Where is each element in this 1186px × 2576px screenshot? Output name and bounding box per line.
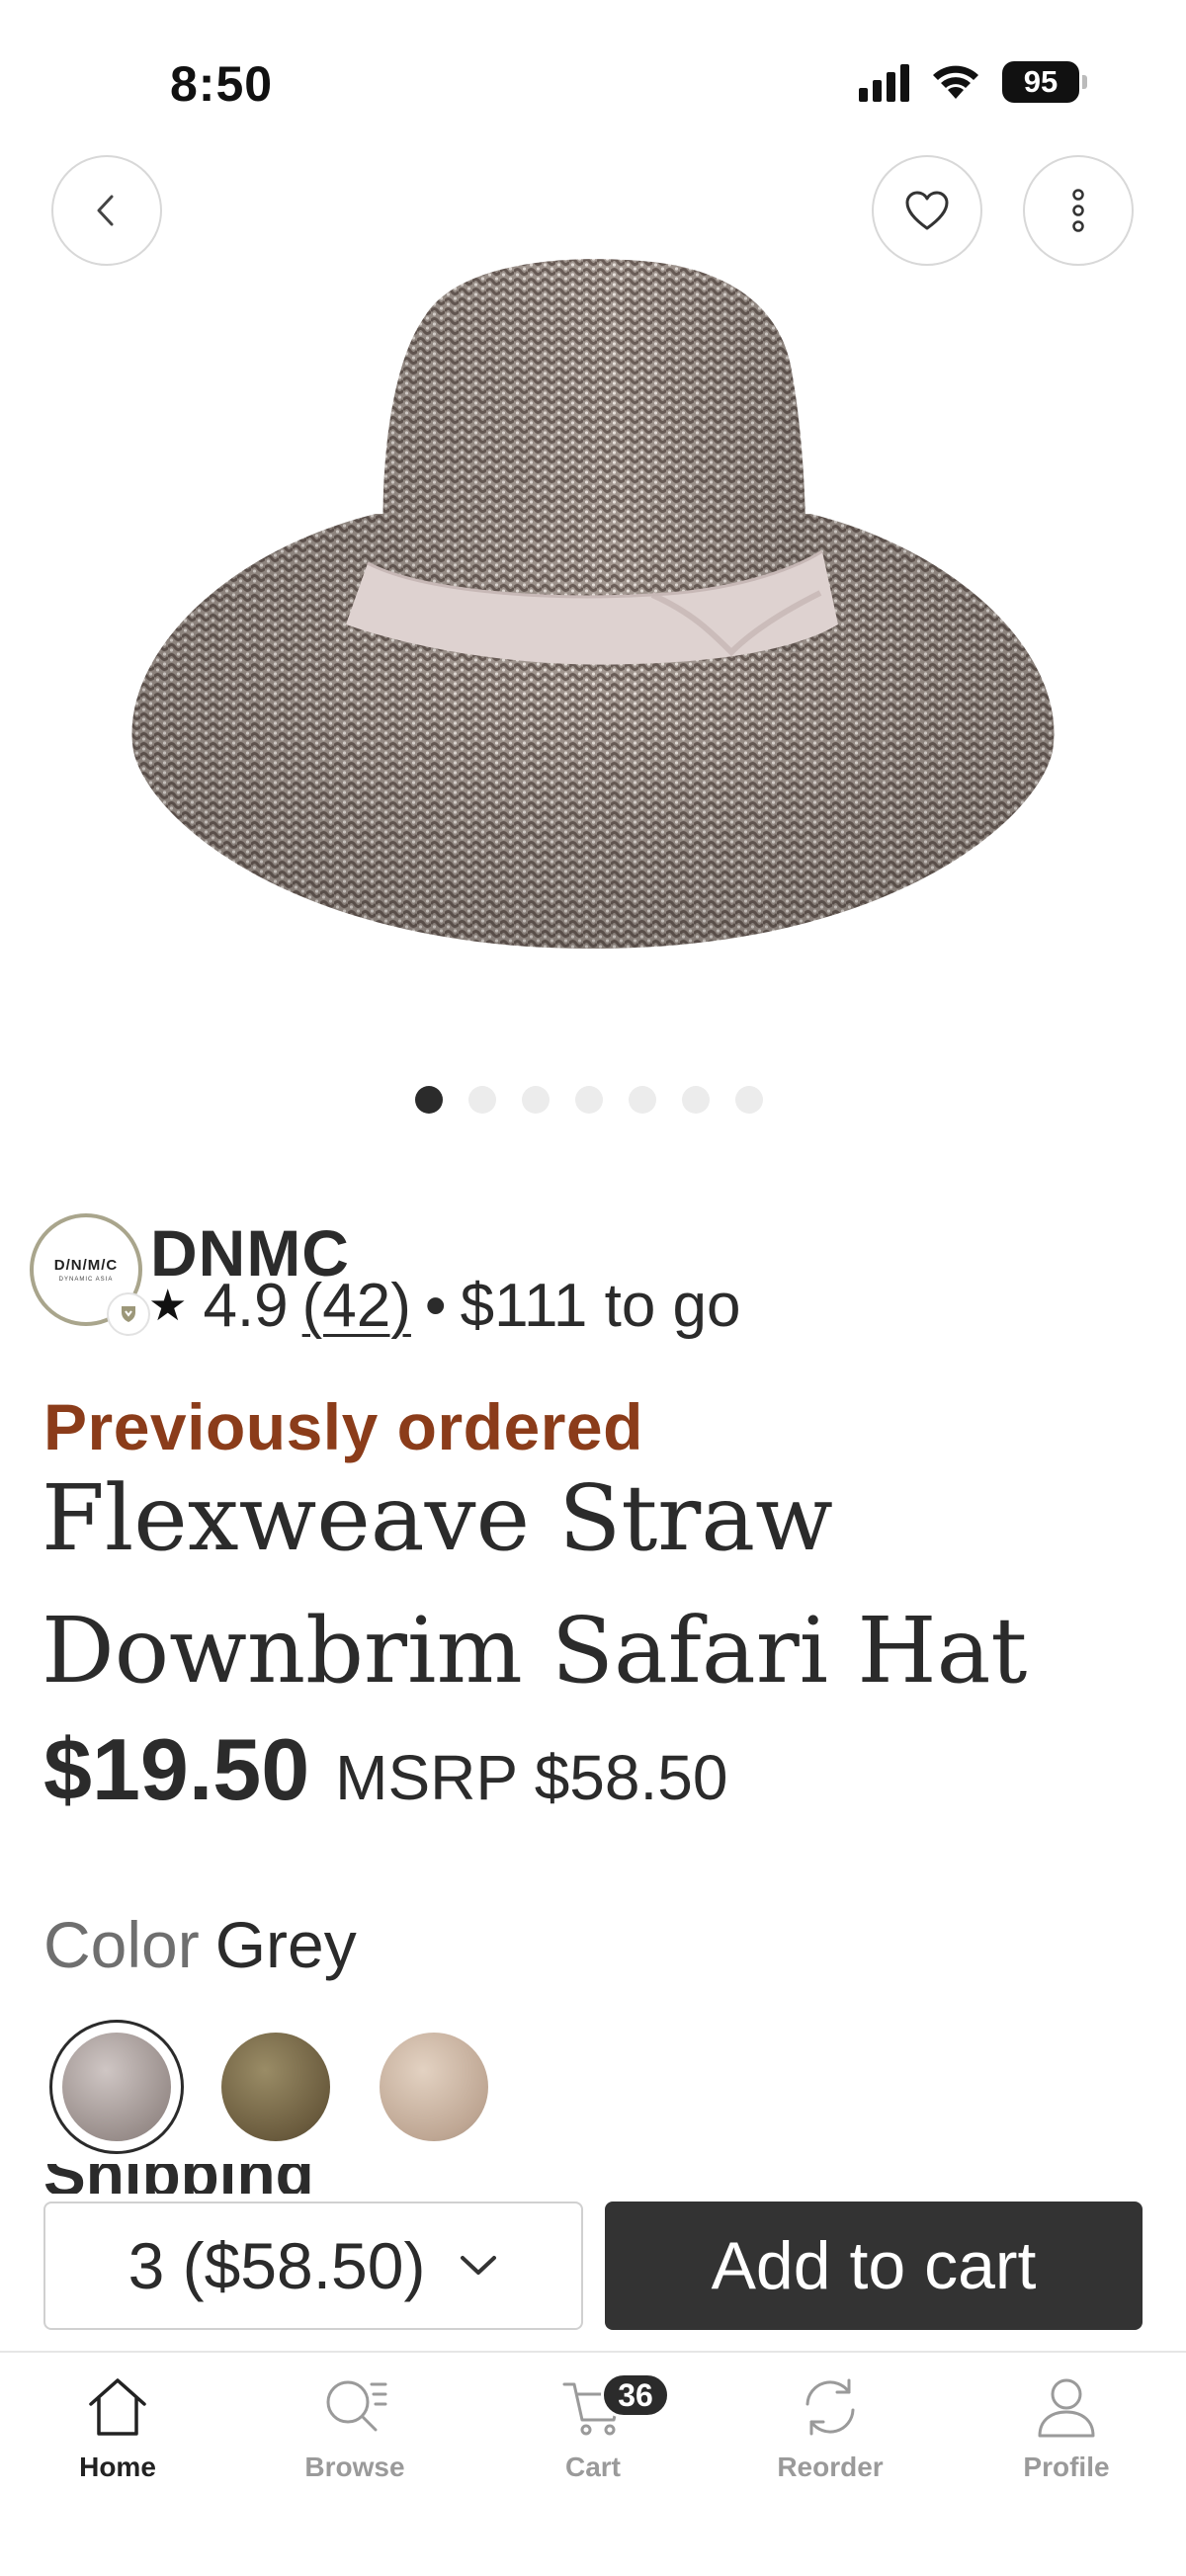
tab-profile[interactable]: Profile (968, 2372, 1165, 2483)
shipping-heading-text: Shipping (43, 2164, 314, 2194)
tab-cart[interactable]: 36 Cart (494, 2372, 692, 2483)
carousel-dot[interactable] (575, 1086, 603, 1114)
tab-reorder[interactable]: Reorder (731, 2372, 929, 2483)
chevron-left-icon (97, 195, 114, 226)
add-to-cart-button[interactable]: Add to cart (605, 2202, 1143, 2330)
carousel-dot[interactable] (735, 1086, 763, 1114)
brand-rating-row: ★ 4.9 (42) • $111 to go (148, 1271, 740, 1341)
vertical-dots-icon (1072, 189, 1084, 232)
tab-label: Reorder (777, 2451, 884, 2482)
tab-label: Home (79, 2451, 156, 2482)
color-swatch-tan[interactable] (380, 2033, 488, 2141)
color-label: Color (43, 1908, 200, 1981)
carousel-dot[interactable] (522, 1086, 550, 1114)
carousel-dot[interactable] (468, 1086, 496, 1114)
color-selector-label: Color Grey (43, 1907, 357, 1982)
minimum-order-remaining: $111 to go (460, 1272, 741, 1340)
separator: • (424, 1272, 447, 1340)
product-title-line: Downbrim Safari Hat (42, 1598, 1028, 1703)
brand-logo-text: D/N/M/C (53, 1257, 119, 1274)
wifi-icon (933, 65, 978, 99)
heart-icon (905, 191, 949, 230)
carousel-dot[interactable] (629, 1086, 656, 1114)
product-image[interactable] (99, 237, 1087, 968)
profile-icon (1038, 2378, 1095, 2438)
color-swatch-olive[interactable] (221, 2033, 330, 2141)
product-title-line: Flexweave Straw (42, 1465, 833, 1571)
tab-label: Browse (304, 2451, 405, 2482)
chevron-down-icon (461, 2256, 497, 2275)
wholesale-price: $19.50 (43, 1720, 310, 1818)
tab-label: Cart (564, 2451, 621, 2482)
brand-logo-subtext: DYNAMIC ASIA (58, 1277, 114, 1283)
quantity-value: 3 ($58.50) (127, 2229, 426, 2302)
review-count-link[interactable]: (42) (302, 1271, 411, 1341)
msrp-price: MSRP $58.50 (335, 1742, 728, 1813)
reorder-icon (805, 2378, 855, 2436)
home-icon (89, 2378, 146, 2436)
shipping-section-heading: Shipping (43, 2164, 314, 2194)
tab-home[interactable]: Home (19, 2372, 216, 2483)
status-icons: 95 (859, 61, 1087, 103)
rating-value: 4.9 (203, 1272, 289, 1340)
selected-color: Grey (214, 1908, 357, 1981)
image-carousel-dots[interactable] (415, 1086, 763, 1114)
tab-label: Profile (1023, 2451, 1110, 2482)
cellular-signal-icon (859, 62, 909, 102)
product-title: Flexweave Straw Downbrim Safari Hat (42, 1453, 1148, 1717)
battery-icon: 95 (1002, 61, 1087, 103)
cart-count-badge: 36 (601, 2372, 670, 2418)
brand-badge-icon (107, 1292, 150, 1336)
search-icon (326, 2380, 387, 2432)
bottom-tab-bar: Home Browse 36 Cart Reorder Profile (0, 2351, 1186, 2576)
battery-level: 95 (1023, 64, 1059, 99)
star-icon: ★ (148, 1282, 188, 1330)
tab-browse[interactable]: Browse (256, 2372, 454, 2483)
quantity-select[interactable]: 3 ($58.50) (43, 2202, 583, 2330)
status-time: 8:50 (170, 56, 274, 112)
carousel-dot[interactable] (682, 1086, 710, 1114)
status-bar: 8:50 95 (0, 0, 1186, 148)
color-swatch-grey[interactable] (62, 2033, 171, 2141)
price-row: $19.50 MSRP $58.50 (43, 1719, 727, 1820)
carousel-dot[interactable] (415, 1086, 443, 1114)
